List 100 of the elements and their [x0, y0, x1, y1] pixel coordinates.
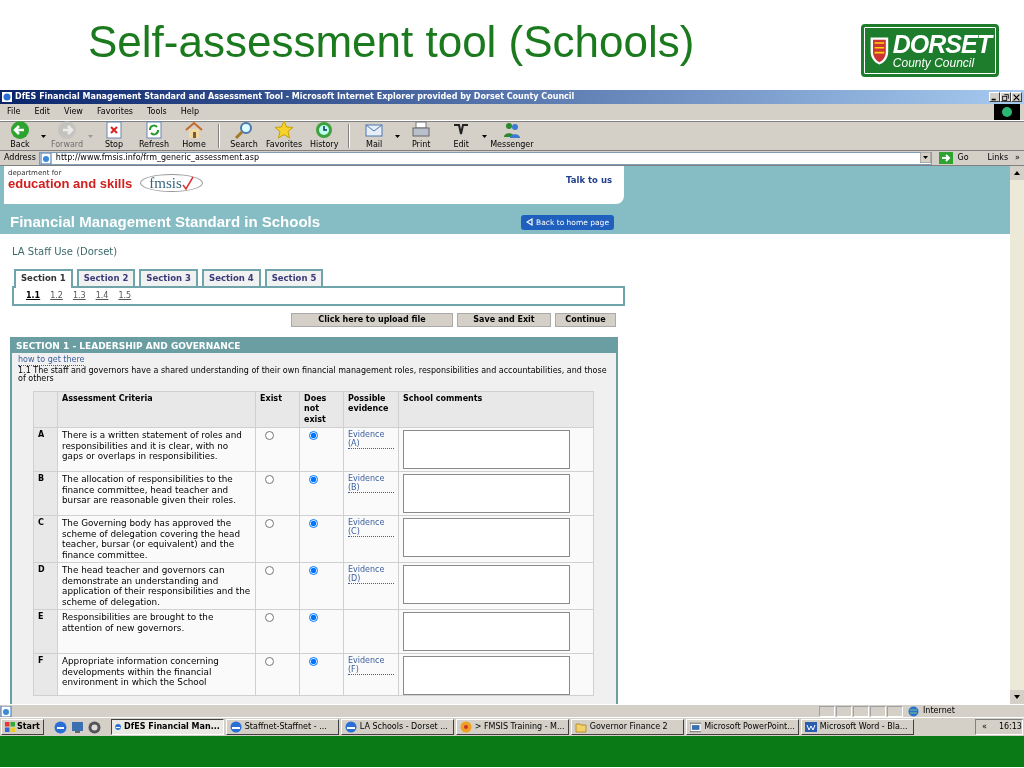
more-button[interactable]: » [1015, 152, 1024, 164]
toolbar-button[interactable]: Favorites [264, 120, 305, 152]
radio-button[interactable] [309, 657, 318, 667]
radio-button[interactable] [265, 657, 274, 667]
status-pane [836, 705, 852, 717]
column-header: Exist [260, 393, 282, 403]
taskbar-button[interactable]: Staffnet-Staffnet - ... [225, 719, 339, 735]
section-tab[interactable]: Section 5 [264, 269, 324, 286]
caret-icon[interactable] [481, 133, 489, 139]
section-tab[interactable]: Section 4 [202, 269, 261, 286]
subsection-link[interactable]: 1.5 [118, 289, 132, 302]
back-icon [526, 218, 534, 227]
globe-icon [908, 705, 919, 717]
taskbar-button[interactable]: > FMSIS Training - M... [455, 719, 569, 735]
caret-icon[interactable] [40, 133, 47, 139]
start-button[interactable]: Start [1, 719, 44, 735]
taskbar-button[interactable]: Microsoft Word - Bla... [800, 719, 914, 735]
radio-button[interactable] [309, 566, 318, 576]
taskbar-button[interactable]: Governor Finance 2 [570, 719, 684, 735]
section-tab[interactable]: Section 1 [14, 269, 73, 288]
windows-icon [5, 722, 15, 732]
search-icon [234, 120, 254, 139]
clock: 16:13 [998, 721, 1022, 733]
house-icon [184, 120, 204, 139]
expand-button[interactable]: « [982, 721, 987, 733]
zone-label: Internet [923, 705, 955, 717]
slide-title: Self-assessment tool (Schools) [88, 20, 695, 64]
action-button[interactable]: Continue [555, 312, 616, 327]
column-header: Assessment Criteria [62, 393, 153, 403]
caret-icon[interactable] [394, 133, 402, 139]
toolbar-button[interactable]: Back [0, 120, 40, 152]
taskbar-button[interactable]: LA Schools - Dorset ... [340, 719, 454, 735]
talk-link[interactable]: Talk to us [566, 174, 612, 200]
toolbar-button[interactable]: Search [224, 120, 264, 152]
menu-item[interactable]: Help [173, 106, 206, 118]
toolbar-button[interactable]: Mail [354, 120, 395, 152]
action-button[interactable]: Save and Exit [457, 312, 551, 327]
radio-button[interactable] [265, 431, 274, 441]
comment-field[interactable] [403, 474, 570, 514]
menu-item[interactable]: Favorites [89, 106, 140, 118]
section-tab[interactable]: Section 3 [139, 269, 198, 286]
row-letter: F [38, 656, 44, 666]
action-button[interactable]: Click here to upload file [291, 312, 453, 327]
scroll-up-icon[interactable] [1010, 166, 1024, 180]
comment-field[interactable] [403, 565, 570, 605]
menu-item[interactable]: Tools [140, 106, 174, 118]
menu-item[interactable]: Edit [27, 106, 57, 118]
taskbar-button[interactable]: Microsoft PowerPoint... [685, 719, 799, 735]
toolbar-button[interactable]: Stop [94, 120, 134, 152]
toolbar-button[interactable]: Print [401, 120, 442, 152]
minimize-button[interactable] [989, 92, 1000, 102]
status-pane [870, 705, 886, 717]
radio-button[interactable] [265, 475, 274, 485]
help-link[interactable]: how to get there [18, 354, 85, 366]
menu-item[interactable]: File [0, 106, 28, 118]
radio-button[interactable] [265, 519, 274, 529]
logo-icon [994, 104, 1020, 120]
desktop-icon[interactable] [70, 720, 84, 734]
user-label: LA Staff Use (Dorset) [12, 245, 119, 259]
toolbar-button[interactable]: Messenger [488, 120, 536, 152]
radio-button[interactable] [309, 475, 318, 485]
links-button[interactable]: Links [983, 152, 1013, 164]
radio-button[interactable] [265, 613, 274, 623]
dropdown-icon[interactable] [920, 152, 932, 163]
toolbar-button[interactable]: Edit [441, 120, 482, 152]
toolbar-button[interactable]: Refresh [134, 120, 174, 152]
radio-button[interactable] [309, 431, 318, 441]
browser-icon [344, 721, 357, 733]
radio-button[interactable] [309, 613, 318, 623]
media-icon[interactable] [87, 720, 101, 734]
criteria-text: The head teacher and governors can demonstrate an understanding and application of their responsibilities and the scheme of delegation. [62, 565, 251, 607]
radio-button[interactable] [265, 566, 274, 576]
section-tab[interactable]: Section 2 [76, 269, 136, 286]
subsection-link[interactable]: 1.4 [95, 289, 109, 302]
address-text: http://www.fmsis.info/frm_generic_assessment.asp [55, 152, 259, 164]
criteria-text: The allocation of responsibilities to the finance committee, head teacher and bursar are reasonable given their roles. [62, 474, 236, 506]
scrollbar[interactable] [1010, 166, 1024, 704]
browser-icon[interactable] [53, 720, 67, 734]
scroll-down-icon[interactable] [1010, 690, 1024, 704]
taskbar-button[interactable]: DfES Financial Man... [110, 719, 224, 735]
go-button[interactable]: Go [935, 152, 973, 164]
comment-field[interactable] [403, 518, 570, 558]
menu-item[interactable]: View [56, 106, 90, 118]
restore-button[interactable] [1000, 92, 1011, 102]
star-icon [274, 120, 295, 139]
comment-field[interactable] [403, 612, 570, 652]
subsection-link[interactable]: 1.3 [72, 289, 86, 302]
toolbar-button[interactable]: Home [174, 120, 214, 152]
radio-button[interactable] [309, 519, 318, 529]
comment-field[interactable] [403, 430, 570, 470]
comment-field[interactable] [403, 656, 570, 696]
close-button[interactable] [1011, 92, 1022, 102]
row-letter: E [38, 612, 44, 622]
criteria-text: There is a written statement of roles and responsibilities and it is clear, with no gaps or overlaps in responsibilities. [62, 430, 242, 462]
subsection-link[interactable]: 1.2 [50, 289, 63, 302]
toolbar-button[interactable]: History [304, 120, 345, 152]
address-field[interactable]: http://www.fmsis.info/frm_generic_assessment.asp [38, 151, 933, 165]
subsection-link[interactable]: 1.1 [26, 289, 41, 302]
media-icon [459, 721, 472, 733]
window-title: DfES Financial Management Standard and Assessment Tool - Microsoft Internet Explorer provided by Dorset County Council [15, 91, 575, 103]
